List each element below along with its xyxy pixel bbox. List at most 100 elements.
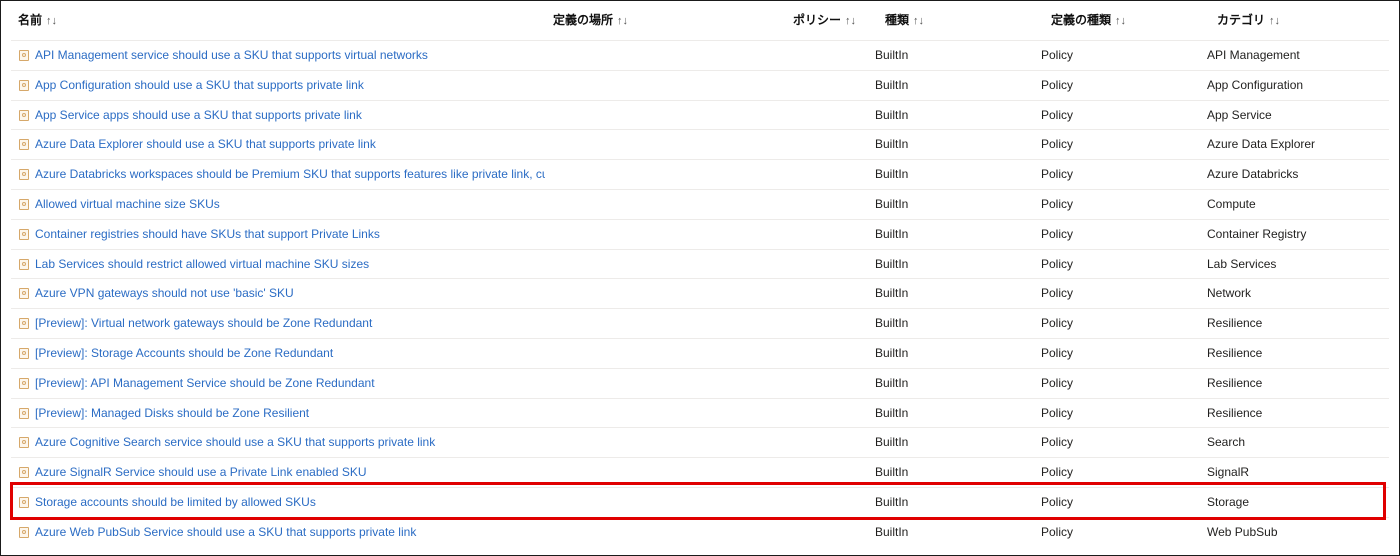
category-cell: Resilience	[1207, 405, 1263, 420]
table-row[interactable]: Azure SignalR Service should use a Priva…	[11, 457, 1389, 487]
sort-icon: ↑↓	[1269, 15, 1281, 27]
policy-name-link[interactable]: [Preview]: Virtual network gateways shou…	[35, 316, 372, 331]
sort-icon: ↑↓	[913, 15, 925, 27]
policy-name-link[interactable]: Azure Databricks workspaces should be Pr…	[35, 167, 545, 182]
definition-type-cell: Policy	[1041, 375, 1074, 390]
policy-name-link[interactable]: Azure Cognitive Search service should us…	[35, 435, 435, 450]
policy-definition-icon	[19, 139, 29, 151]
table-row[interactable]: Azure VPN gateways should not use 'basic…	[11, 278, 1389, 308]
table-row[interactable]: Container registries should have SKUs th…	[11, 218, 1389, 249]
column-header-location-label: 定義の場所	[553, 13, 614, 27]
type-cell: BuiltIn	[875, 435, 909, 450]
policy-name-link[interactable]: Azure VPN gateways should not use 'basic…	[35, 286, 294, 301]
type-cell: BuiltIn	[875, 137, 909, 152]
policy-definition-icon	[19, 318, 29, 330]
policy-name-link[interactable]: Storage accounts should be limited by al…	[35, 495, 316, 510]
policy-definition-icon	[19, 288, 29, 300]
policy-definition-icon	[19, 50, 29, 61]
policy-name-link[interactable]: [Preview]: Managed Disks should be Zone …	[35, 406, 309, 421]
policy-name-cell: Storage accounts should be limited by al…	[19, 495, 545, 510]
table-row[interactable]: Storage accounts should be limited by al…	[11, 487, 1389, 517]
category-cell: Lab Services	[1207, 256, 1277, 271]
policy-name-cell: Container registries should have SKUs th…	[19, 227, 545, 242]
table-row[interactable]: App Configuration should use a SKU that …	[11, 69, 1389, 100]
policy-name-link[interactable]: Azure SignalR Service should use a Priva…	[35, 465, 367, 480]
policy-name-cell: Azure Web PubSub Service should use a SK…	[19, 525, 545, 540]
type-cell: BuiltIn	[875, 465, 909, 480]
category-cell: Compute	[1207, 197, 1256, 211]
category-cell: Search	[1207, 435, 1246, 450]
policy-name-link[interactable]: Azure Data Explorer should use a SKU tha…	[35, 137, 376, 152]
definition-type-cell: Policy	[1041, 435, 1074, 450]
policy-definitions-table: 名前 ↑↓ 定義の場所 ↑↓ ポリシー ↑↓ 種類 ↑↓ 定義の種類 ↑↓ カテゴリ ↑↓ …	[0, 0, 1400, 556]
column-header-policy[interactable]: ポリシー ↑↓	[793, 12, 856, 29]
type-cell: BuiltIn	[875, 524, 909, 539]
definition-type-cell: Policy	[1041, 137, 1074, 152]
policy-name-link[interactable]: [Preview]: API Management Service should…	[35, 376, 375, 391]
definition-type-cell: Policy	[1041, 48, 1074, 62]
sort-icon: ↑↓	[845, 15, 857, 27]
category-cell: SignalR	[1207, 465, 1250, 480]
policy-name-cell: API Management service should use a SKU …	[19, 48, 545, 63]
column-header-definition-type[interactable]: 定義の種類 ↑↓	[1051, 12, 1126, 29]
type-cell: BuiltIn	[875, 256, 909, 271]
policy-name-link[interactable]: Lab Services should restrict allowed vir…	[35, 257, 369, 272]
table-row[interactable]: Azure Data Explorer should use a SKU tha…	[11, 129, 1389, 159]
column-header-category[interactable]: カテゴリ ↑↓	[1217, 12, 1280, 29]
policy-definition-icon	[19, 526, 29, 538]
table-row[interactable]: [Preview]: Virtual network gateways shou…	[11, 308, 1389, 338]
definition-type-cell: Policy	[1041, 495, 1074, 509]
policy-name-link[interactable]: Allowed virtual machine size SKUs	[35, 197, 220, 212]
table-row[interactable]: [Preview]: Storage Accounts should be Zo…	[11, 338, 1389, 368]
definition-type-cell: Policy	[1041, 167, 1074, 182]
column-header-policy-label: ポリシー	[793, 13, 842, 27]
policy-name-link[interactable]: App Service apps should use a SKU that s…	[35, 108, 362, 123]
policy-name-link[interactable]: API Management service should use a SKU …	[35, 48, 428, 63]
definition-type-cell: Policy	[1041, 405, 1074, 420]
policy-name-cell: Azure VPN gateways should not use 'basic…	[19, 286, 545, 301]
policy-definition-icon	[19, 228, 29, 240]
sort-icon: ↑↓	[1115, 15, 1127, 27]
category-cell: Azure Data Explorer	[1207, 137, 1316, 152]
category-cell: Resilience	[1207, 346, 1263, 360]
policy-definition-icon	[19, 377, 29, 389]
category-cell: Resilience	[1207, 375, 1263, 390]
definition-type-cell: Policy	[1041, 197, 1074, 211]
category-cell: Network	[1207, 286, 1252, 301]
policy-name-cell: Azure Cognitive Search service should us…	[19, 435, 545, 450]
policy-name-link[interactable]: [Preview]: Storage Accounts should be Zo…	[35, 346, 333, 361]
table-row[interactable]: Azure Databricks workspaces should be Pr…	[11, 159, 1389, 189]
definition-type-cell: Policy	[1041, 524, 1074, 539]
policy-definition-icon	[19, 79, 29, 91]
column-header-name-label: 名前	[18, 13, 43, 27]
table-row[interactable]: App Service apps should use a SKU that s…	[11, 99, 1389, 130]
policy-name-link[interactable]: App Configuration should use a SKU that …	[35, 78, 364, 93]
policy-name-cell: [Preview]: Storage Accounts should be Zo…	[19, 346, 545, 361]
category-cell: Azure Databricks	[1207, 167, 1299, 182]
type-cell: BuiltIn	[875, 375, 909, 390]
policy-name-cell: Allowed virtual machine size SKUs	[19, 197, 545, 212]
table-row[interactable]: [Preview]: Managed Disks should be Zone …	[11, 397, 1389, 428]
type-cell: BuiltIn	[875, 77, 909, 92]
column-header-location[interactable]: 定義の場所 ↑↓	[553, 12, 628, 29]
policy-definition-icon	[19, 258, 29, 270]
category-cell: Container Registry	[1207, 226, 1307, 241]
type-cell: BuiltIn	[875, 107, 909, 122]
table-row[interactable]: API Management service should use a SKU …	[11, 40, 1389, 70]
category-cell: App Service	[1207, 107, 1272, 122]
table-row[interactable]: Lab Services should restrict allowed vir…	[11, 248, 1389, 279]
policy-name-cell: [Preview]: Virtual network gateways shou…	[19, 316, 545, 331]
policy-name-link[interactable]: Azure Web PubSub Service should use a SK…	[35, 525, 416, 540]
type-cell: BuiltIn	[875, 495, 909, 509]
table-row[interactable]: Allowed virtual machine size SKUs BuiltIn…	[11, 189, 1389, 219]
table-row[interactable]: Azure Cognitive Search service should us…	[11, 427, 1389, 457]
column-header-name[interactable]: 名前 ↑↓	[18, 12, 57, 29]
category-cell: Resilience	[1207, 316, 1263, 331]
policy-definition-icon	[19, 437, 29, 449]
column-header-category-label: カテゴリ	[1217, 13, 1266, 27]
column-header-type[interactable]: 種類 ↑↓	[885, 12, 924, 29]
table-row[interactable]: Azure Web PubSub Service should use a SK…	[11, 516, 1389, 547]
policy-name-link[interactable]: Container registries should have SKUs th…	[35, 227, 380, 242]
policy-definition-icon	[19, 348, 29, 359]
table-row[interactable]: [Preview]: API Management Service should…	[11, 367, 1389, 398]
